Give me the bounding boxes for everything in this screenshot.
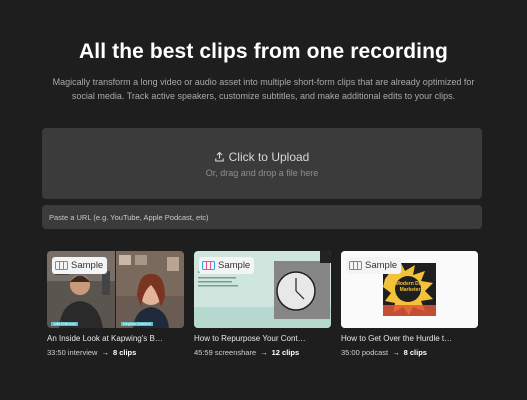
sample-clip-count: 12 clips <box>271 348 300 357</box>
page-subtitle: Magically transform a long video or audi… <box>52 77 475 101</box>
sample-title: How to Repurpose Your Cont… <box>194 334 306 343</box>
sample-card[interactable]: Sample How to Repurpose Your Cont… 45:59… <box>194 251 331 357</box>
sample-card[interactable]: Modern Day Marketer Sample How to Get Ov… <box>341 251 478 357</box>
sample-clip-count: 8 clips <box>112 348 137 357</box>
arrow-right-icon: → <box>101 348 109 357</box>
sample-meta: 33:50 interview → 8 clips <box>47 348 184 357</box>
sample-thumbnail: Sample Julia Enthoven Meghan Crawford <box>47 251 184 328</box>
sample-duration-type: 45:59 screenshare <box>194 348 257 357</box>
sample-badge: Sample <box>52 257 108 274</box>
sample-badge-label: Sample <box>218 260 251 271</box>
sample-card[interactable]: Sample Julia Enthoven Meghan Crawford An… <box>47 251 184 357</box>
url-input[interactable] <box>42 205 482 229</box>
speaker-caption-right: Meghan Crawford <box>121 322 153 326</box>
sample-title: An Inside Look at Kapwing's B… <box>47 334 163 343</box>
sample-thumbnail: Modern Day Marketer Sample <box>341 251 478 328</box>
sample-duration-type: 33:50 interview <box>47 348 98 357</box>
sample-badge-label: Sample <box>71 260 104 271</box>
film-strip-icon <box>55 261 68 270</box>
sample-duration-type: 35:00 podcast <box>341 348 389 357</box>
sample-thumbnail: Sample <box>194 251 331 328</box>
podcast-cover-title: Modern Day Marketer <box>395 281 425 293</box>
speaker-caption-left: Julia Enthoven <box>51 322 78 326</box>
film-strip-icon <box>202 261 215 270</box>
upload-hint: Or, drag and drop a file here <box>205 168 319 178</box>
upload-dropzone[interactable]: Click to Upload Or, drag and drop a file… <box>42 128 482 199</box>
film-strip-icon <box>349 261 362 270</box>
upload-icon <box>214 152 224 162</box>
arrow-right-icon: → <box>260 348 268 357</box>
page-title: All the best clips from one recording <box>79 40 448 63</box>
arrow-right-icon: → <box>392 348 400 357</box>
sample-badge: Sample <box>346 257 402 274</box>
sample-meta: 45:59 screenshare → 12 clips <box>194 348 331 357</box>
sample-title: How to Get Over the Hurdle t… <box>341 334 453 343</box>
sample-meta: 35:00 podcast → 8 clips <box>341 348 478 357</box>
sample-clip-count: 8 clips <box>403 348 427 357</box>
sample-badge-label: Sample <box>365 260 398 271</box>
sample-badge: Sample <box>199 257 255 274</box>
upload-label: Click to Upload <box>228 150 310 164</box>
